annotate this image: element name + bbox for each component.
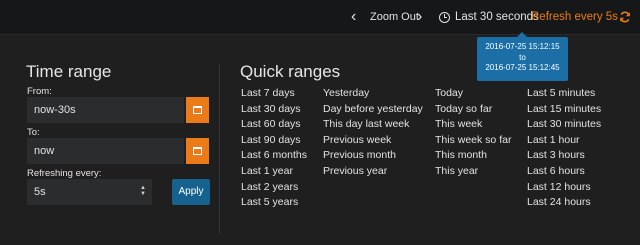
panel-divider xyxy=(219,64,220,234)
quick-ranges-column-4: Last 5 minutes Last 15 minutes Last 30 m… xyxy=(527,86,601,211)
quick-range-link[interactable]: Last 30 days xyxy=(241,102,307,118)
quick-range-link[interactable]: Last 5 years xyxy=(241,195,307,211)
refresh-icon xyxy=(620,11,630,23)
quick-range-link[interactable]: Last 7 days xyxy=(241,86,307,102)
quick-range-link[interactable]: Last 1 hour xyxy=(527,133,601,149)
quick-range-link[interactable]: Last 5 minutes xyxy=(527,86,601,102)
quick-range-link[interactable]: Previous month xyxy=(323,148,423,164)
from-calendar-button[interactable] xyxy=(186,97,209,123)
chevron-left-icon: ‹ xyxy=(351,8,357,25)
refresh-interval-button[interactable]: Refresh every 5s xyxy=(531,8,618,26)
zoom-out-button[interactable]: Zoom Out xyxy=(370,8,419,26)
quick-range-link[interactable]: Last 3 hours xyxy=(527,148,601,164)
top-navbar: ‹ Zoom Out › Last 30 seconds Refresh eve… xyxy=(0,0,640,34)
to-input[interactable] xyxy=(27,138,184,164)
clock-icon xyxy=(439,11,450,23)
chevron-right-icon: › xyxy=(417,8,423,25)
quick-range-link[interactable]: Today xyxy=(435,86,511,102)
calendar-icon xyxy=(193,147,202,155)
quick-range-link[interactable]: Last 12 hours xyxy=(527,180,601,196)
refresh-interval-label: Refresh every 5s xyxy=(531,11,618,23)
quick-range-link[interactable]: Last 6 months xyxy=(241,148,307,164)
quick-ranges-column-3: Today Today so far This week This week s… xyxy=(435,86,511,180)
tooltip-from: 2016-07-25 15:12:15 xyxy=(485,42,560,51)
quick-ranges-column-1: Last 7 days Last 30 days Last 60 days La… xyxy=(241,86,307,211)
time-shift-back-button[interactable]: ‹ xyxy=(351,8,356,26)
time-range-picker-button[interactable]: Last 30 seconds xyxy=(439,8,539,26)
tooltip-to: 2016-07-25 15:12:45 xyxy=(485,63,560,72)
apply-button[interactable]: Apply xyxy=(172,179,210,205)
tooltip-to-word: to xyxy=(519,52,526,62)
to-calendar-button[interactable] xyxy=(186,138,209,164)
time-range-title: Time range xyxy=(26,62,112,81)
from-label: From: xyxy=(27,86,52,97)
time-range-tooltip: 2016-07-25 15:12:15 to 2016-07-25 15:12:… xyxy=(477,32,568,81)
quick-range-link[interactable]: Last 2 years xyxy=(241,180,307,196)
quick-range-link[interactable]: Last 6 hours xyxy=(527,164,601,180)
quick-range-link[interactable]: Previous year xyxy=(323,164,423,180)
refresh-button[interactable] xyxy=(619,8,631,26)
quick-range-link[interactable]: Last 1 year xyxy=(241,164,307,180)
refresh-select[interactable]: 5s ▲ ▼ xyxy=(27,179,152,205)
quick-range-link[interactable]: Last 60 days xyxy=(241,117,307,133)
to-label: To: xyxy=(27,127,40,138)
select-arrows-icon: ▲ ▼ xyxy=(140,185,146,197)
quick-range-link[interactable]: Yesterday xyxy=(323,86,423,102)
calendar-icon xyxy=(193,106,202,114)
quick-ranges-column-2: Yesterday Day before yesterday This day … xyxy=(323,86,423,180)
zoom-out-label: Zoom Out xyxy=(370,11,419,23)
time-shift-forward-button[interactable]: › xyxy=(417,8,422,26)
quick-range-link[interactable]: Last 15 minutes xyxy=(527,102,601,118)
quick-range-link[interactable]: Day before yesterday xyxy=(323,102,423,118)
quick-range-link[interactable]: This week so far xyxy=(435,133,511,149)
time-range-label: Last 30 seconds xyxy=(455,11,539,23)
quick-range-link[interactable]: Last 90 days xyxy=(241,133,307,149)
quick-range-link[interactable]: Today so far xyxy=(435,102,511,118)
quick-range-link[interactable]: Last 30 minutes xyxy=(527,117,601,133)
quick-range-link[interactable]: This week xyxy=(435,117,511,133)
quick-range-link[interactable]: This month xyxy=(435,148,511,164)
quick-range-link[interactable]: Last 24 hours xyxy=(527,195,601,211)
refreshing-every-label: Refreshing every: xyxy=(27,168,102,179)
quick-range-link[interactable]: Previous week xyxy=(323,133,423,149)
quick-range-link[interactable]: This day last week xyxy=(323,117,423,133)
refresh-select-value: 5s xyxy=(34,186,46,198)
from-input[interactable] xyxy=(27,97,184,123)
quick-range-link[interactable]: This year xyxy=(435,164,511,180)
quick-ranges-title: Quick ranges xyxy=(240,62,341,81)
